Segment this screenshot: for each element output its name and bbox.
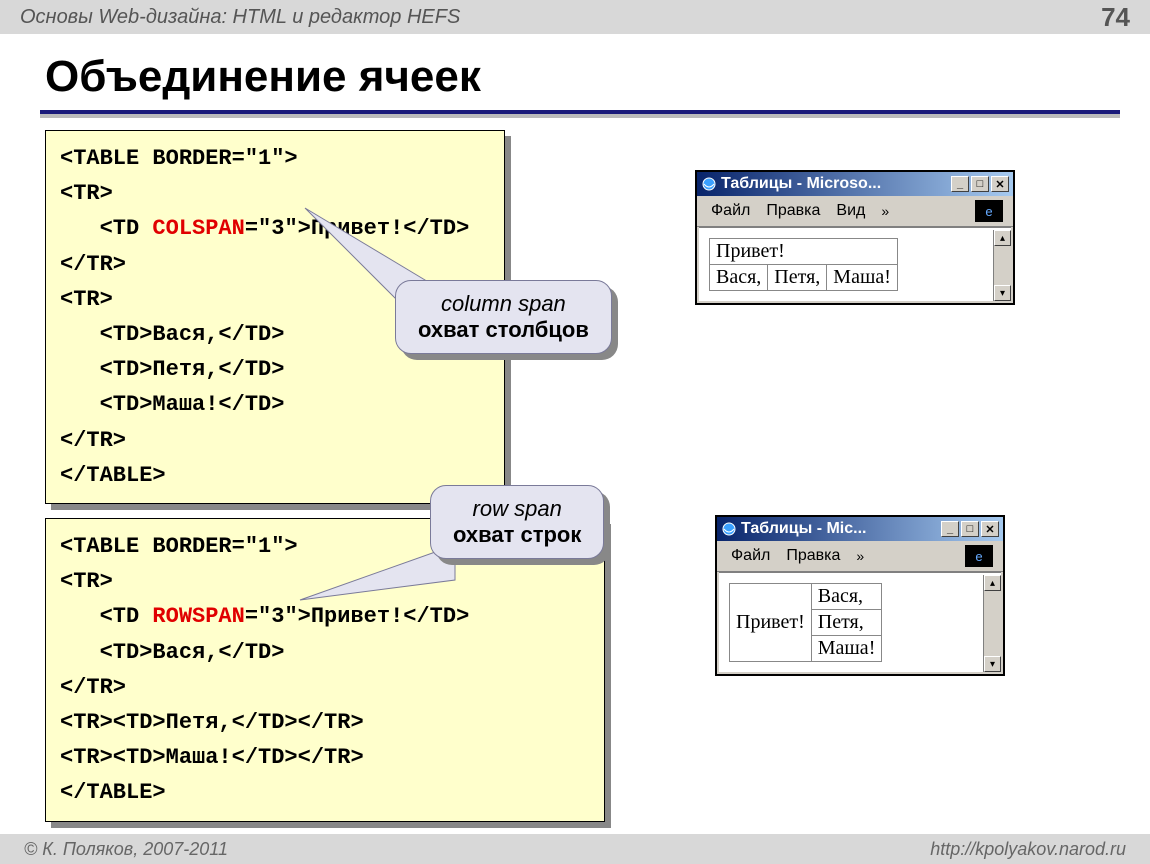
cell: Петя, [811, 610, 882, 636]
ie-icon [721, 521, 737, 537]
slide: Основы Web-дизайна: HTML и редактор HEFS… [0, 0, 1150, 864]
menu-edit[interactable]: Правка [766, 202, 820, 220]
ie-icon [701, 176, 717, 192]
maximize-button[interactable]: □ [961, 521, 979, 537]
page-number: 74 [1101, 2, 1130, 33]
window-titlebar: Таблицы - Mic... _ □ ✕ [717, 517, 1003, 541]
window-buttons: _ □ ✕ [941, 521, 999, 537]
window-titlebar: Таблицы - Microso... _ □ ✕ [697, 172, 1013, 196]
maximize-button[interactable]: □ [971, 176, 989, 192]
menu-view[interactable]: Вид [836, 202, 865, 220]
demo-table-rowspan: Привет! Вася, Петя, Маша! [729, 583, 882, 662]
window-title: Таблицы - Microso... [721, 175, 951, 193]
page-title: Объединение ячеек [45, 52, 1150, 102]
window-client-area: Привет! Вася, Петя, Маша! [699, 227, 1011, 301]
scroll-up-button[interactable]: ▴ [984, 575, 1001, 591]
scroll-down-button[interactable]: ▾ [994, 285, 1011, 301]
keyword-rowspan: ROWSPAN [152, 604, 244, 629]
window-buttons: _ □ ✕ [951, 176, 1009, 192]
vertical-scrollbar[interactable]: ▴ ▾ [993, 230, 1011, 301]
callout-pointer-2 [300, 545, 455, 605]
menu-bar: Файл Правка » e [717, 541, 1003, 572]
scroll-up-button[interactable]: ▴ [994, 230, 1011, 246]
cell: Маша! [827, 265, 898, 291]
minimize-button[interactable]: _ [941, 521, 959, 537]
footer-band: © К. Поляков, 2007-2011 http://kpolyakov… [0, 834, 1150, 864]
content-area: <TABLE BORDER="1"> <TR> <TD COLSPAN="3">… [45, 130, 1120, 824]
cell: Маша! [811, 636, 882, 662]
vertical-scrollbar[interactable]: ▴ ▾ [983, 575, 1001, 672]
course-title: Основы Web-дизайна: HTML и редактор HEFS [20, 6, 460, 29]
footer-url: http://kpolyakov.narod.ru [930, 839, 1126, 860]
browser-window-2: Таблицы - Mic... _ □ ✕ Файл Правка » e П… [715, 515, 1005, 676]
callout-en: column span [418, 291, 589, 317]
menu-more-icon[interactable]: » [856, 548, 864, 564]
close-button[interactable]: ✕ [981, 521, 999, 537]
menu-edit[interactable]: Правка [786, 547, 840, 565]
cell: Привет! [730, 584, 812, 662]
callout-row-span: row span охват строк [430, 485, 604, 559]
cell: Вася, [710, 265, 768, 291]
ie-logo-icon: e [965, 545, 993, 567]
minimize-button[interactable]: _ [951, 176, 969, 192]
window-client-area: Привет! Вася, Петя, Маша! [719, 572, 1001, 672]
menu-file[interactable]: Файл [731, 547, 770, 565]
cell: Привет! [710, 239, 898, 265]
cell: Петя, [768, 265, 827, 291]
callout-en: row span [453, 496, 581, 522]
callout-ru: охват столбцов [418, 317, 589, 343]
header-band: Основы Web-дизайна: HTML и редактор HEFS… [0, 0, 1150, 34]
close-button[interactable]: ✕ [991, 176, 1009, 192]
title-underline [40, 110, 1120, 114]
menu-more-icon[interactable]: » [881, 203, 889, 219]
window-title: Таблицы - Mic... [741, 520, 941, 538]
ie-logo-icon: e [975, 200, 1003, 222]
callout-column-span: column span охват столбцов [395, 280, 612, 354]
menu-bar: Файл Правка Вид » e [697, 196, 1013, 227]
browser-window-1: Таблицы - Microso... _ □ ✕ Файл Правка В… [695, 170, 1015, 305]
menu-file[interactable]: Файл [711, 202, 750, 220]
cell: Вася, [811, 584, 882, 610]
footer-copyright: © К. Поляков, 2007-2011 [24, 839, 228, 860]
scroll-down-button[interactable]: ▾ [984, 656, 1001, 672]
demo-table-colspan: Привет! Вася, Петя, Маша! [709, 238, 898, 291]
keyword-colspan: COLSPAN [152, 216, 244, 241]
callout-ru: охват строк [453, 522, 581, 548]
